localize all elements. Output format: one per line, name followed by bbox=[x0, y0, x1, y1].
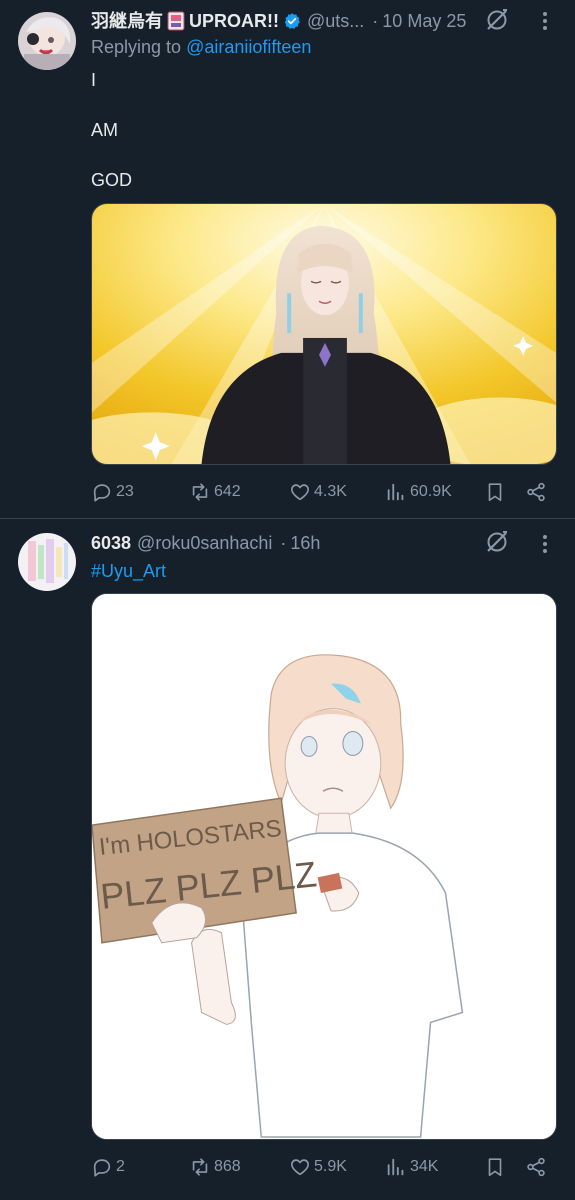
more-icon[interactable] bbox=[534, 8, 556, 34]
share-icon bbox=[527, 482, 545, 502]
grok-icon[interactable] bbox=[484, 7, 510, 33]
repost-button[interactable]: 868 bbox=[189, 1154, 241, 1180]
tweet-header: 6038 @roku0sanhachi · 16h bbox=[91, 531, 320, 555]
display-name[interactable]: 6038 bbox=[91, 531, 131, 555]
bookmark-icon bbox=[488, 483, 502, 502]
views-button[interactable]: 60.9K bbox=[385, 479, 452, 505]
repost-icon bbox=[192, 1158, 208, 1176]
tweet-actions: 2 868 5.9K 34K bbox=[91, 1154, 557, 1180]
bookmark-icon bbox=[488, 1158, 502, 1177]
text-line: GOD bbox=[91, 170, 133, 190]
tweet-actions: 23 642 4.3K 60.9K bbox=[91, 479, 557, 505]
like-count: 5.9K bbox=[314, 1158, 347, 1175]
reply-count: 23 bbox=[116, 483, 134, 500]
hashtag-link[interactable]: #Uyu_Art bbox=[91, 561, 166, 582]
replying-to: Replying to @airaniiofifteen bbox=[91, 37, 311, 58]
reply-button[interactable]: 2 bbox=[91, 1154, 125, 1180]
handle[interactable]: @roku0sanhachi bbox=[137, 531, 272, 555]
tweet-text: I AM GOD bbox=[91, 68, 132, 193]
tweet-image[interactable] bbox=[91, 203, 557, 465]
verified-icon bbox=[283, 12, 301, 30]
share-icon bbox=[527, 1157, 545, 1177]
like-count: 4.3K bbox=[314, 483, 347, 500]
repost-button[interactable]: 642 bbox=[189, 479, 241, 505]
bookmark-button[interactable] bbox=[484, 479, 509, 505]
views-icon bbox=[387, 1158, 404, 1176]
tweet-header: 羽継烏有 UPROAR!! @uts... · 10 May 25 bbox=[91, 9, 466, 33]
replying-prefix: Replying to bbox=[91, 37, 187, 57]
share-button[interactable] bbox=[525, 479, 550, 505]
avatar[interactable] bbox=[18, 12, 76, 70]
bookmark-button[interactable] bbox=[484, 1154, 509, 1180]
display-name[interactable]: 羽継烏有 bbox=[91, 9, 163, 33]
timestamp[interactable]: 10 May 25 bbox=[382, 9, 466, 33]
card-badge-icon bbox=[167, 11, 185, 31]
like-icon bbox=[291, 1159, 309, 1176]
like-icon bbox=[291, 484, 309, 501]
tweet-image[interactable]: I'm HOLOSTARS PLZ PLZ PLZ bbox=[91, 593, 557, 1140]
like-button[interactable]: 4.3K bbox=[289, 479, 347, 505]
tweet[interactable]: 羽継烏有 UPROAR!! @uts... · 10 May 25 Replyi… bbox=[0, 0, 575, 518]
text-line: AM bbox=[91, 120, 118, 140]
views-button[interactable]: 34K bbox=[385, 1154, 438, 1180]
handle[interactable]: @uts... bbox=[307, 9, 364, 33]
reply-icon bbox=[93, 484, 111, 502]
views-count: 34K bbox=[410, 1158, 439, 1175]
mention-link[interactable]: @airaniiofifteen bbox=[186, 37, 311, 57]
more-icon[interactable] bbox=[534, 531, 556, 557]
views-count: 60.9K bbox=[410, 483, 452, 500]
repost-count: 868 bbox=[214, 1158, 241, 1175]
avatar[interactable] bbox=[18, 533, 76, 591]
separator: · bbox=[280, 533, 287, 553]
timestamp[interactable]: 16h bbox=[290, 531, 320, 555]
text-line bbox=[91, 93, 132, 118]
repost-count: 642 bbox=[214, 483, 241, 500]
reply-icon bbox=[93, 1159, 111, 1177]
reply-button[interactable]: 23 bbox=[91, 479, 134, 505]
like-button[interactable]: 5.9K bbox=[289, 1154, 347, 1180]
tweet[interactable]: 6038 @roku0sanhachi · 16h #Uyu_Art I'm H… bbox=[0, 519, 575, 1200]
separator: · bbox=[372, 11, 379, 31]
display-name-suffix[interactable]: UPROAR!! bbox=[189, 9, 279, 33]
views-icon bbox=[387, 483, 404, 501]
repost-icon bbox=[192, 483, 208, 501]
text-line: I bbox=[91, 70, 97, 90]
grok-icon[interactable] bbox=[484, 529, 510, 555]
text-line bbox=[91, 143, 132, 168]
share-button[interactable] bbox=[525, 1154, 550, 1180]
reply-count: 2 bbox=[116, 1158, 125, 1175]
